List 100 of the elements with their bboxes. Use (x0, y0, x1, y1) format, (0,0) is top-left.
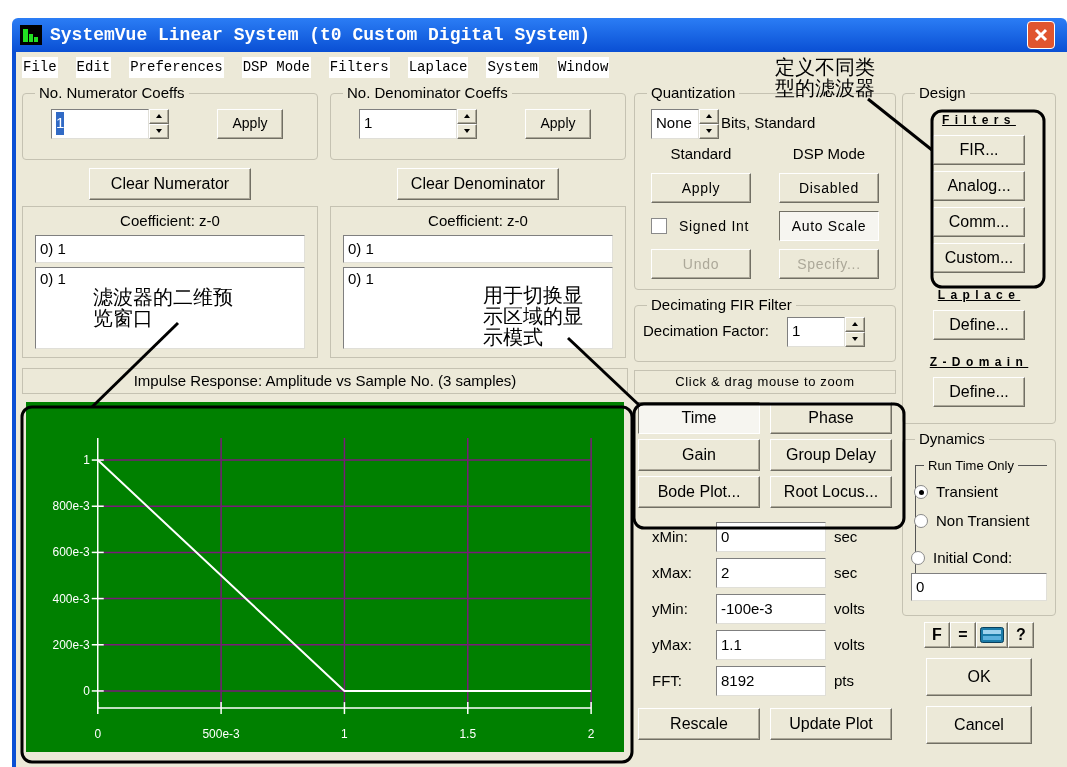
toolbar-button[interactable]: = (950, 622, 976, 648)
column-heading: Standard (669, 143, 733, 164)
button[interactable]: Auto Scale (779, 211, 879, 241)
app-icon (20, 25, 42, 45)
group-title: Design (918, 83, 967, 103)
menu-item[interactable]: Filters (328, 56, 390, 78)
button[interactable]: Update Plot (770, 708, 892, 740)
button[interactable]: Define... (933, 309, 1025, 340)
menu-item[interactable]: Window (556, 56, 610, 78)
mode-button[interactable]: Gain (638, 439, 760, 471)
decimation-label: Decimation Factor: (643, 321, 769, 342)
input-field[interactable]: 0 (716, 522, 826, 552)
window-title: SystemVue Linear System (t0 Custom Digital System) (50, 23, 592, 47)
y-tick-label: 800e-3 (52, 499, 90, 514)
unit-label: sec (834, 526, 858, 547)
button[interactable]: Apply (651, 173, 751, 203)
input-field[interactable]: 0) 1 (343, 235, 613, 263)
input-field[interactable]: 1 (359, 108, 457, 139)
input-field[interactable]: None (651, 108, 699, 139)
button[interactable]: Analog... (933, 170, 1025, 201)
unit-label: pts (834, 670, 854, 691)
menu-item[interactable]: Preferences (129, 56, 224, 78)
annotation-text: 用于切换显示区域的显示模式 (483, 285, 583, 348)
button[interactable]: Custom... (933, 242, 1025, 273)
spin-buttons[interactable] (457, 108, 477, 139)
checkbox[interactable] (651, 218, 667, 234)
input-field[interactable]: -100e-3 (716, 594, 826, 624)
section-heading: Filters (942, 111, 1016, 129)
apply-button[interactable]: Apply (217, 108, 283, 139)
input-field[interactable]: 0) 1 (35, 235, 305, 263)
spin-buttons[interactable] (699, 108, 719, 139)
menu-item[interactable]: Laplace (407, 56, 469, 78)
mode-button[interactable]: Root Locus... (770, 476, 892, 508)
annotation-text: 定义不同类型的滤波器 (775, 57, 875, 99)
spin-buttons[interactable] (844, 316, 865, 347)
zoom-hint: Click & drag mouse to zoom (634, 370, 896, 394)
button[interactable]: Comm... (933, 206, 1025, 237)
mode-button[interactable]: Phase (770, 402, 892, 434)
radio-button[interactable] (914, 513, 928, 528)
plot-title-bar: Impulse Response: Amplitude vs Sample No. (3 samples) (22, 368, 628, 394)
input-field[interactable]: 2 (716, 558, 826, 588)
menu-item[interactable]: Edit (75, 56, 112, 78)
apply-button[interactable]: Apply (525, 108, 591, 139)
unit-label: volts (834, 598, 865, 619)
range-label: xMin: (652, 526, 689, 547)
spin-buttons[interactable] (149, 108, 169, 139)
mode-button[interactable]: Bode Plot... (638, 476, 760, 508)
close-icon (1034, 28, 1048, 42)
y-tick-label: 400e-3 (52, 591, 90, 606)
y-tick-label: 200e-3 (52, 637, 90, 652)
mode-button[interactable]: Time (638, 402, 760, 434)
range-label: yMax: (652, 634, 693, 655)
coefficient-label: Coefficient: z-0 (119, 211, 221, 231)
mode-button[interactable]: Group Delay (770, 439, 892, 471)
checkbox-label: Signed Int (679, 216, 750, 236)
menu-item[interactable]: File (22, 56, 58, 78)
section-heading: Z-Domain (929, 353, 1029, 371)
clear-button[interactable]: Clear Denominator (397, 168, 559, 200)
clear-button[interactable]: Clear Numerator (89, 168, 251, 200)
button[interactable]: Define... (933, 376, 1025, 407)
x-tick-label: 0 (94, 726, 102, 741)
input-field[interactable]: 0 (911, 573, 1047, 601)
toolbar-button[interactable]: ? (1008, 622, 1034, 648)
x-tick-label: 2 (587, 726, 595, 741)
range-label: FFT: (652, 670, 683, 691)
button[interactable]: OK (926, 658, 1032, 696)
group-title: Quantization (650, 83, 737, 103)
button[interactable]: FIR... (933, 134, 1025, 165)
menu-item[interactable]: DSP Mode (241, 56, 311, 78)
button[interactable]: Disabled (779, 173, 879, 203)
x-tick-label: 1 (341, 726, 348, 741)
toolbar-button[interactable]: F (924, 622, 950, 648)
x-tick-label: 500e-3 (202, 726, 240, 741)
group-title: Dynamics (918, 429, 986, 449)
group-title: Decimating FIR Filter (650, 295, 793, 315)
column-heading: DSP Mode (791, 143, 867, 164)
y-tick-label: 0 (83, 683, 90, 698)
y-tick-label: 1 (83, 453, 90, 468)
radio-label: Transient (936, 482, 998, 502)
radio-button[interactable] (914, 485, 928, 500)
calculator-icon[interactable] (976, 622, 1008, 648)
unit-label: volts (834, 634, 865, 655)
range-label: xMax: (652, 562, 693, 583)
plot-area[interactable]: 1 800e-3 600e-3 400e-3 200e-3 0 0 500e-3 1 1.5 2 (26, 402, 624, 752)
button[interactable]: Cancel (926, 706, 1032, 744)
coefficient-label: Coefficient: z-0 (427, 211, 529, 231)
section-heading: Laplace (937, 286, 1021, 304)
input-field[interactable]: 1.1 (716, 630, 826, 660)
button[interactable]: Rescale (638, 708, 760, 740)
menu-item[interactable]: System (486, 56, 539, 78)
input-field[interactable]: 1 (51, 108, 149, 139)
unit-label: sec (834, 562, 858, 583)
input-field[interactable]: 1 (786, 316, 845, 347)
radio-button[interactable] (911, 550, 925, 565)
group-title: No. Numerator Coeffs (38, 83, 186, 103)
close-button[interactable] (1027, 21, 1055, 49)
input-field[interactable]: 8192 (716, 666, 826, 696)
group-title: No. Denominator Coeffs (346, 83, 509, 103)
bits-label: Bits, Standard (721, 113, 816, 134)
x-tick-label: 1.5 (459, 726, 477, 741)
